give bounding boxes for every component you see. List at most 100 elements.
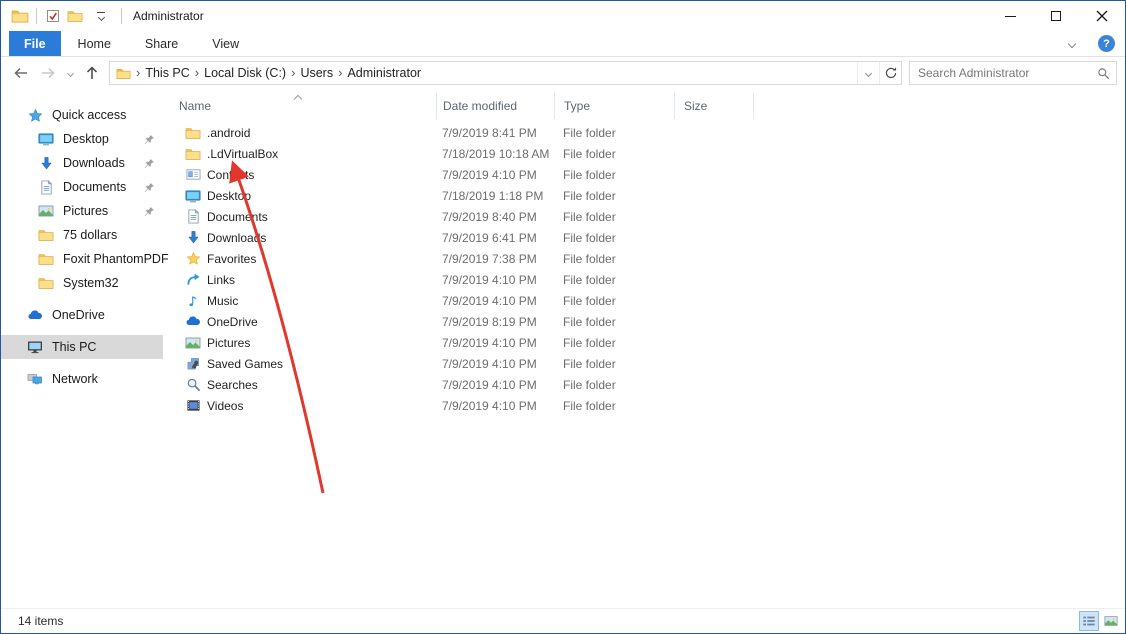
file-name-cell: Saved Games	[163, 356, 436, 372]
date-modified-cell: 7/9/2019 4:10 PM	[436, 336, 554, 350]
onedrive-icon	[27, 307, 43, 323]
file-row-saved-games[interactable]: Saved Games7/9/2019 4:10 PMFile folder	[163, 353, 1125, 374]
toolbar-separator	[121, 8, 122, 24]
file-row-ldvirtualbox[interactable]: .LdVirtualBox7/18/2019 10:18 AMFile fold…	[163, 143, 1125, 164]
thumbnail-view-icon	[1104, 614, 1118, 628]
address-bar[interactable]: ›This PC›Local Disk (C:)›Users›Administr…	[109, 61, 902, 85]
details-view-button[interactable]	[1079, 611, 1099, 631]
large-icons-view-button[interactable]	[1101, 611, 1121, 631]
column-header-label: Type	[564, 99, 590, 113]
folder-icon	[38, 227, 54, 243]
file-row-onedrive[interactable]: OneDrive7/9/2019 8:19 PMFile folder	[163, 311, 1125, 332]
file-name: Pictures	[207, 336, 250, 350]
sidebar-item-onedrive[interactable]: OneDrive	[1, 303, 163, 327]
refresh-button[interactable]	[879, 62, 901, 84]
minimize-icon	[1005, 16, 1016, 17]
file-name-cell: .LdVirtualBox	[163, 146, 436, 162]
navigation-bar: ›This PC›Local Disk (C:)›Users›Administr…	[1, 57, 1125, 89]
type-cell: File folder	[554, 210, 674, 224]
file-name-cell: Desktop	[163, 188, 436, 204]
file-row-videos[interactable]: Videos7/9/2019 4:10 PMFile folder	[163, 395, 1125, 416]
tab-share[interactable]: Share	[128, 31, 195, 56]
help-button[interactable]: ?	[1098, 35, 1115, 52]
chevron-down-icon	[66, 69, 73, 76]
date-modified-cell: 7/9/2019 4:10 PM	[436, 357, 554, 371]
file-row-music[interactable]: Music7/9/2019 4:10 PMFile folder	[163, 290, 1125, 311]
file-row-desktop[interactable]: Desktop7/18/2019 1:18 PMFile folder	[163, 185, 1125, 206]
column-header-type[interactable]: Type	[554, 93, 674, 119]
tab-file[interactable]: File	[9, 31, 61, 56]
breadcrumb-users[interactable]: Users	[296, 66, 337, 80]
pin-icon	[144, 134, 155, 145]
breadcrumb-local-disk-c[interactable]: Local Disk (C:)	[200, 66, 290, 80]
up-button[interactable]	[80, 61, 104, 85]
view-toggle-buttons	[1079, 611, 1121, 631]
date-modified-cell: 7/9/2019 4:10 PM	[436, 273, 554, 287]
customize-quick-access-toolbar-button[interactable]	[90, 5, 112, 27]
recent-locations-button[interactable]	[63, 61, 77, 85]
searches-icon	[185, 377, 201, 393]
file-row-downloads[interactable]: Downloads7/9/2019 6:41 PMFile folder	[163, 227, 1125, 248]
videos-icon	[185, 398, 201, 414]
file-name: Downloads	[207, 231, 266, 245]
search-box	[909, 61, 1117, 85]
date-modified-cell: 7/9/2019 4:10 PM	[436, 168, 554, 182]
breadcrumb-this-pc[interactable]: This PC	[141, 66, 193, 80]
window-title: Administrator	[133, 9, 204, 23]
details-view-icon	[1082, 614, 1096, 628]
column-header-date-modified[interactable]: Date modified	[436, 93, 554, 119]
file-row-searches[interactable]: Searches7/9/2019 4:10 PMFile folder	[163, 374, 1125, 395]
tab-view[interactable]: View	[195, 31, 256, 56]
tab-home[interactable]: Home	[61, 31, 128, 56]
sidebar-item-desktop[interactable]: Desktop	[1, 127, 163, 151]
sidebar-item-foxit-phantompdf[interactable]: Foxit PhantomPDF	[1, 247, 163, 271]
sidebar-item-label: Downloads	[63, 156, 125, 170]
breadcrumb-administrator[interactable]: Administrator	[343, 66, 425, 80]
forward-button[interactable]	[36, 61, 60, 85]
file-row-documents[interactable]: Documents7/9/2019 8:40 PMFile folder	[163, 206, 1125, 227]
file-list-pane: Name Date modified Type Size .android7/9…	[163, 89, 1125, 609]
date-modified-cell: 7/9/2019 8:40 PM	[436, 210, 554, 224]
maximize-button[interactable]	[1033, 1, 1079, 31]
sidebar-item-documents[interactable]: Documents	[1, 175, 163, 199]
file-name: OneDrive	[207, 315, 258, 329]
new-folder-qat-button[interactable]	[64, 5, 86, 27]
column-headers: Name Date modified Type Size	[163, 93, 1125, 119]
this-pc-icon	[27, 339, 43, 355]
file-row-favorites[interactable]: Favorites7/9/2019 7:38 PMFile folder	[163, 248, 1125, 269]
desktop-icon	[38, 131, 54, 147]
file-name: Contacts	[207, 168, 254, 182]
file-row-links[interactable]: Links7/9/2019 4:10 PMFile folder	[163, 269, 1125, 290]
file-row-android[interactable]: .android7/9/2019 8:41 PMFile folder	[163, 122, 1125, 143]
sidebar-item-quick-access[interactable]: Quick access	[1, 103, 163, 127]
minimize-button[interactable]	[987, 1, 1033, 31]
properties-qat-button[interactable]	[42, 5, 64, 27]
file-name-cell: Favorites	[163, 251, 436, 267]
file-row-pictures[interactable]: Pictures7/9/2019 4:10 PMFile folder	[163, 332, 1125, 353]
sidebar-item-this-pc[interactable]: This PC	[1, 335, 163, 359]
folder-icon	[185, 125, 201, 141]
close-button[interactable]	[1079, 1, 1125, 31]
sidebar-item-system32[interactable]: System32	[1, 271, 163, 295]
file-name-cell: Documents	[163, 209, 436, 225]
sidebar-item-network[interactable]: Network	[1, 367, 163, 391]
expand-ribbon-button[interactable]	[1060, 32, 1084, 56]
title-bar: Administrator	[1, 1, 1125, 31]
type-cell: File folder	[554, 231, 674, 245]
address-dropdown-button[interactable]	[857, 62, 879, 84]
back-button[interactable]	[9, 61, 33, 85]
sidebar-item-downloads[interactable]: Downloads	[1, 151, 163, 175]
search-input[interactable]	[916, 65, 1097, 81]
search-icon[interactable]	[1097, 67, 1110, 80]
column-header-size[interactable]: Size	[674, 93, 754, 119]
downloads-icon	[185, 230, 201, 246]
file-name-cell: Music	[163, 293, 436, 309]
sidebar-item-75-dollars[interactable]: 75 dollars	[1, 223, 163, 247]
file-row-contacts[interactable]: Contacts7/9/2019 4:10 PMFile folder	[163, 164, 1125, 185]
saved-games-icon	[185, 356, 201, 372]
sidebar-item-label: Network	[52, 372, 98, 386]
date-modified-cell: 7/18/2019 1:18 PM	[436, 189, 554, 203]
sidebar-item-pictures[interactable]: Pictures	[1, 199, 163, 223]
file-name: Favorites	[207, 252, 256, 266]
column-header-name[interactable]: Name	[163, 93, 436, 119]
